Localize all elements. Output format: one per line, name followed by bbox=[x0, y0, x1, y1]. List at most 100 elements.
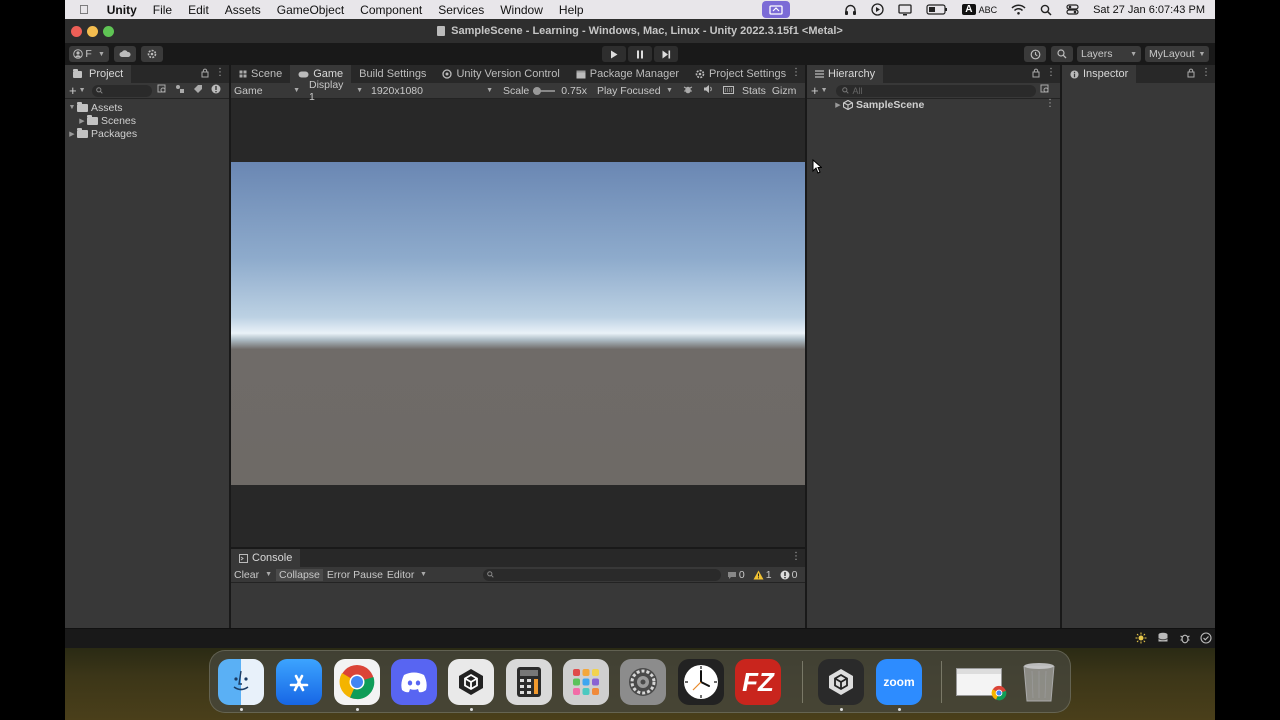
display-icon[interactable] bbox=[891, 3, 919, 16]
menu-assets[interactable]: Assets bbox=[217, 3, 269, 17]
kebab-menu-icon[interactable]: ⋮ bbox=[1046, 67, 1056, 78]
scale-slider[interactable] bbox=[533, 86, 556, 95]
tab-scene[interactable]: Scene bbox=[231, 65, 290, 83]
hidden-packages-icon[interactable] bbox=[211, 84, 221, 97]
finder-icon[interactable] bbox=[218, 659, 264, 705]
chevron-down-icon[interactable]: ▼ bbox=[265, 571, 272, 578]
clock-icon[interactable] bbox=[678, 659, 724, 705]
kebab-menu-icon[interactable]: ⋮ bbox=[791, 67, 801, 78]
trash-icon[interactable] bbox=[1016, 659, 1062, 705]
unity-editor-icon[interactable] bbox=[818, 659, 864, 705]
kebab-menu-icon[interactable]: ⋮ bbox=[791, 551, 801, 562]
battery-icon[interactable] bbox=[919, 4, 955, 15]
scene-visibility-icon[interactable] bbox=[1040, 84, 1050, 97]
search-button[interactable] bbox=[1051, 46, 1073, 62]
minimize-window-button[interactable] bbox=[87, 26, 98, 37]
bug-icon[interactable] bbox=[683, 84, 693, 97]
zoom-icon[interactable]: zoom bbox=[876, 659, 922, 705]
tab-project[interactable]: Project bbox=[65, 65, 132, 83]
lock-icon[interactable] bbox=[1187, 68, 1195, 81]
kebab-menu-icon[interactable]: ⋮ bbox=[1201, 67, 1211, 78]
layout-dropdown[interactable]: MyLayout ▼ bbox=[1145, 46, 1209, 62]
chrome-icon[interactable] bbox=[334, 659, 380, 705]
speaker-icon[interactable] bbox=[703, 84, 713, 97]
step-button[interactable] bbox=[654, 46, 678, 62]
stats-button[interactable]: Stats bbox=[742, 85, 766, 97]
system-settings-icon[interactable] bbox=[620, 659, 666, 705]
now-playing-icon[interactable] bbox=[864, 3, 891, 16]
input-source-indicator[interactable]: A ABC bbox=[955, 4, 1004, 16]
calculator-icon[interactable] bbox=[506, 659, 552, 705]
discord-icon[interactable] bbox=[391, 659, 437, 705]
lock-icon[interactable] bbox=[201, 68, 209, 81]
lock-icon[interactable] bbox=[1032, 68, 1040, 81]
pause-button[interactable] bbox=[628, 46, 652, 62]
kebab-menu-icon[interactable]: ⋮ bbox=[215, 67, 225, 78]
menu-edit[interactable]: Edit bbox=[180, 3, 217, 17]
hierarchy-item-samplescene[interactable]: ▶ SampleScene ⋮ bbox=[807, 98, 1060, 111]
kebab-menu-icon[interactable]: ⋮ bbox=[1045, 98, 1055, 109]
tag-icon[interactable] bbox=[193, 84, 203, 97]
gizmos-button[interactable]: Gizm bbox=[772, 85, 797, 97]
expand-arrow-icon[interactable]: ▶ bbox=[67, 130, 77, 138]
tab-package-manager[interactable]: Package Manager bbox=[568, 65, 687, 83]
create-button[interactable]: + bbox=[811, 83, 819, 98]
menu-component[interactable]: Component bbox=[352, 3, 430, 17]
launchpad-icon[interactable] bbox=[563, 659, 609, 705]
debug-mode-icon[interactable] bbox=[1179, 632, 1191, 647]
play-button[interactable] bbox=[602, 46, 626, 62]
progress-check-icon[interactable] bbox=[1200, 632, 1212, 647]
app-store-icon[interactable] bbox=[276, 659, 322, 705]
expand-arrow-icon[interactable]: ▶ bbox=[77, 117, 87, 125]
chrome-window-thumbnail[interactable] bbox=[956, 659, 1007, 705]
keyboard-icon[interactable] bbox=[722, 85, 734, 97]
clear-button[interactable]: Clear bbox=[234, 569, 259, 581]
project-search-input[interactable] bbox=[91, 84, 152, 97]
zoom-window-button[interactable] bbox=[103, 26, 114, 37]
error-pause-button[interactable]: Error Pause bbox=[327, 569, 383, 581]
layers-dropdown[interactable]: Layers ▼ bbox=[1077, 46, 1141, 62]
editor-target-dropdown[interactable]: Editor ▼ bbox=[387, 569, 427, 581]
tree-item-assets[interactable]: ▼ Assets bbox=[65, 101, 229, 114]
scale-slider-thumb[interactable] bbox=[533, 86, 542, 95]
console-search-input[interactable] bbox=[482, 568, 721, 581]
tab-inspector[interactable]: Inspector bbox=[1062, 65, 1137, 83]
tree-item-packages[interactable]: ▶ Packages bbox=[65, 127, 229, 140]
wifi-icon[interactable] bbox=[1004, 4, 1033, 15]
light-bake-icon[interactable] bbox=[1135, 632, 1147, 647]
spotlight-search-icon[interactable] bbox=[1033, 4, 1059, 16]
game-view-dropdown[interactable]: Game ▼ bbox=[231, 85, 303, 97]
headphones-icon[interactable] bbox=[837, 4, 864, 16]
game-viewport[interactable] bbox=[231, 100, 805, 547]
menu-window[interactable]: Window bbox=[492, 3, 551, 17]
menu-help[interactable]: Help bbox=[551, 3, 592, 17]
resolution-dropdown[interactable]: 1920x1080 ▼ bbox=[367, 85, 497, 97]
screen-share-icon[interactable] bbox=[755, 1, 797, 18]
tab-unity-version-control[interactable]: Unity Version Control bbox=[434, 65, 567, 83]
cloud-button[interactable] bbox=[114, 46, 136, 62]
services-settings-button[interactable] bbox=[141, 46, 163, 62]
menu-services[interactable]: Services bbox=[430, 3, 492, 17]
create-button[interactable]: + bbox=[69, 83, 77, 98]
close-window-button[interactable] bbox=[71, 26, 82, 37]
warning-count-toggle[interactable]: 1 bbox=[753, 569, 772, 581]
hierarchy-search-input[interactable]: All bbox=[835, 84, 1036, 97]
filezilla-icon[interactable]: FZ bbox=[735, 659, 781, 705]
error-count-toggle[interactable]: 0 bbox=[780, 569, 797, 581]
search-by-label-icon[interactable] bbox=[175, 84, 185, 97]
collapse-button[interactable]: Collapse bbox=[276, 568, 323, 581]
tree-item-scenes[interactable]: ▶ Scenes bbox=[65, 114, 229, 127]
apple-menu-icon[interactable]:  bbox=[65, 2, 99, 17]
tab-console[interactable]: Console bbox=[231, 549, 301, 567]
display-dropdown[interactable]: Display 1 ▼ bbox=[305, 79, 367, 103]
app-menu[interactable]: Unity bbox=[99, 3, 145, 17]
account-dropdown[interactable]: F ▼ bbox=[69, 46, 109, 62]
menubar-clock[interactable]: Sat 27 Jan 6:07:43 PM bbox=[1086, 4, 1215, 16]
expand-arrow-icon[interactable]: ▼ bbox=[67, 104, 77, 111]
expand-arrow-icon[interactable]: ▶ bbox=[833, 101, 843, 109]
undo-history-button[interactable] bbox=[1024, 46, 1046, 62]
tab-project-settings[interactable]: Project Settings bbox=[687, 65, 794, 83]
menu-file[interactable]: File bbox=[145, 3, 180, 17]
unity-hub-icon[interactable] bbox=[448, 659, 494, 705]
play-mode-dropdown[interactable]: Play Focused ▼ bbox=[593, 85, 677, 97]
